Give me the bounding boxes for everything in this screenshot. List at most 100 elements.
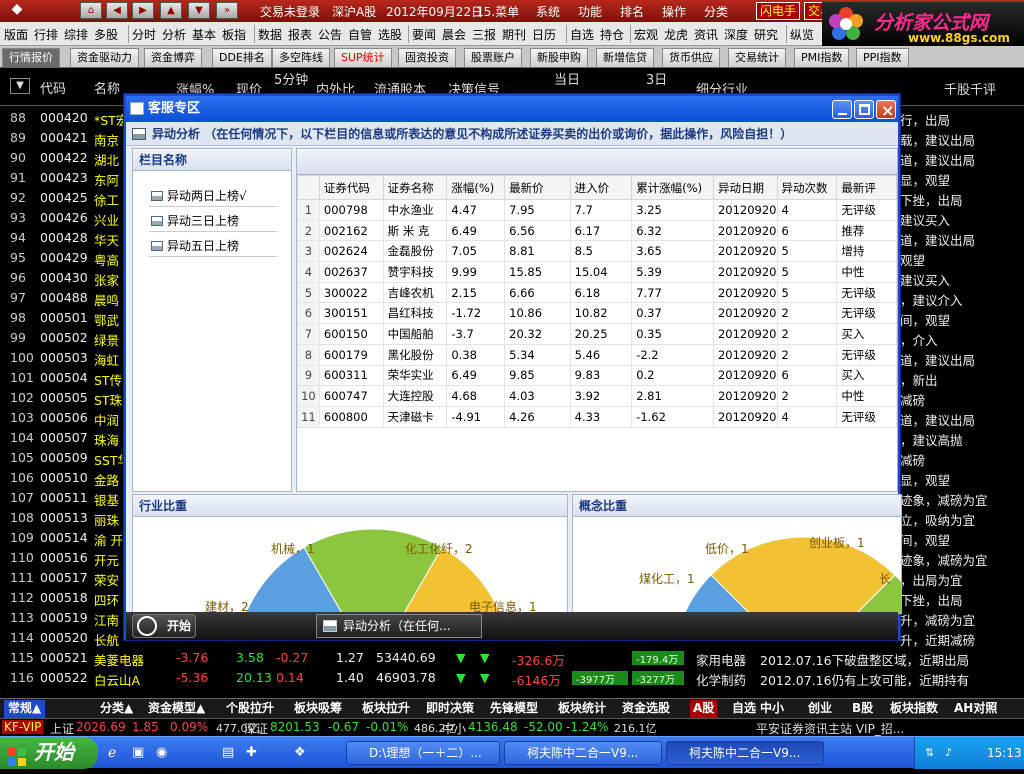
grid-row[interactable]: 8 600179 黑化股份 0.38 5.34 5.46 -2.2 20120920 2 无评级	[297, 343, 897, 366]
tab-7[interactable]: 股票账户	[464, 48, 522, 67]
grid-header-7[interactable]: 异动次数	[776, 175, 838, 200]
desktop-icon[interactable]: ▣	[132, 745, 144, 760]
category-menu[interactable]: 分类	[704, 3, 728, 20]
maximize-button[interactable]	[854, 100, 874, 119]
tab-4[interactable]: 多空阵线	[272, 48, 330, 67]
category-tab-6[interactable]: 即时决策	[426, 700, 474, 718]
dialog-titlebar[interactable]: 客服专区 ×	[126, 96, 898, 122]
category-tab-2[interactable]: 资金模型▲	[148, 700, 205, 718]
list-item-three-day[interactable]: 异动三日上榜	[149, 210, 277, 232]
home-icon[interactable]: ⌂	[80, 2, 102, 19]
collapse-icon[interactable]: »	[216, 2, 238, 19]
taskbar-item-browser-2[interactable]: 柯夫陈中二合一V9...	[666, 741, 824, 765]
menu-item-2-4[interactable]: 选股	[378, 26, 402, 43]
menu-item-0-3[interactable]: 多股	[94, 26, 118, 43]
menu-item-3-4[interactable]: 日历	[532, 26, 556, 43]
tab-3[interactable]: DDE排名	[212, 48, 272, 67]
category-tab-14[interactable]: B股	[852, 700, 873, 718]
menu-item-4-0[interactable]: 自选	[570, 26, 594, 43]
list-item-two-day[interactable]: 异动两日上榜√	[149, 185, 277, 207]
category-tab-16[interactable]: AH对照	[954, 700, 997, 718]
category-tab-4[interactable]: 板块吸筹	[294, 700, 342, 718]
tab-10[interactable]: 货币供应	[662, 48, 720, 67]
taskbar-item-browser-1[interactable]: 柯夫陈中二合一V9...	[504, 741, 662, 765]
dialog-start-button[interactable]: 开始	[132, 614, 196, 638]
media-icon[interactable]: ◉	[156, 745, 167, 760]
market-selector[interactable]: 深沪A股	[332, 3, 376, 20]
flash-trade-button[interactable]: 闪电手	[756, 2, 801, 20]
taskbar-item-folder[interactable]: D:\理想（一＋二）...	[346, 741, 500, 765]
up-icon[interactable]: ▲	[160, 2, 182, 19]
menu-item-3-1[interactable]: 晨会	[442, 26, 466, 43]
grid-header-5[interactable]: 累计涨幅(%)	[631, 175, 714, 200]
menu-item-0-2[interactable]: 综排	[64, 26, 88, 43]
start-button[interactable]: 开始	[0, 737, 98, 769]
category-tab-11[interactable]: 自选	[732, 700, 756, 718]
grid-row[interactable]: 11 600800 天津磁卡 -4.91 4.26 4.33 -1.62 20120920 4 无…	[297, 405, 897, 428]
category-tab-1[interactable]: 分类▲	[100, 700, 133, 718]
grid-header-4[interactable]: 进入价	[569, 175, 633, 200]
menu-item-2-1[interactable]: 报表	[288, 26, 312, 43]
down-icon[interactable]: ▼	[188, 2, 210, 19]
menu-item-3-3[interactable]: 期刊	[502, 26, 526, 43]
info-ticker[interactable]: 平安证券资讯主站 VIP_招...	[756, 720, 904, 737]
category-tab-12[interactable]: 中小	[760, 700, 784, 718]
tab-8[interactable]: 新股申购	[530, 48, 588, 67]
category-tab-8[interactable]: 板块统计	[558, 700, 606, 718]
rank-menu[interactable]: 排名	[620, 3, 644, 20]
col-5min[interactable]: 5分钟	[274, 69, 308, 88]
close-button[interactable]: ×	[876, 100, 896, 120]
operate-menu[interactable]: 操作	[662, 3, 686, 20]
login-status[interactable]: 交易未登录	[260, 3, 320, 20]
grid-row[interactable]: 1 000798 中水渔业 4.47 7.95 7.7 3.25 20120920 4 无评级	[297, 199, 897, 221]
menu-item-3-0[interactable]: 要闻	[412, 26, 436, 43]
dialog-task-item[interactable]: 异动分析（在任何...	[316, 614, 482, 638]
category-tab-7[interactable]: 先锋模型	[490, 700, 538, 718]
grid-header-0[interactable]: 证券代码	[318, 175, 384, 200]
menu-item-2-0[interactable]: 数据	[258, 26, 282, 43]
category-tab-10[interactable]: A股	[690, 700, 718, 718]
app-icon-2[interactable]: ✚	[246, 745, 257, 760]
grid-row[interactable]: 10 600747 大连控股 4.68 4.03 3.92 2.81 20120920 2 中性	[297, 385, 897, 407]
tab-5[interactable]: SUP统计	[334, 48, 392, 67]
forward-icon[interactable]: ▶	[132, 2, 154, 19]
menu-item-1-0[interactable]: 分时	[132, 26, 156, 43]
list-item-five-day[interactable]: 异动五日上榜	[149, 235, 277, 257]
category-tab-15[interactable]: 板块指数	[890, 700, 938, 718]
menu-item-0-0[interactable]: 版面	[4, 26, 28, 43]
menu-item-1-3[interactable]: 板指	[222, 26, 246, 43]
category-tab-3[interactable]: 个股拉升	[226, 700, 274, 718]
menu-item-2-3[interactable]: 自管	[348, 26, 372, 43]
tab-13[interactable]: PPI指数	[856, 48, 909, 67]
tab-12[interactable]: PMI指数	[794, 48, 850, 67]
category-tab-13[interactable]: 创业	[808, 700, 832, 718]
table-row[interactable]: 116 000522 白云山A -5.36 20.13 0.14 1.40 46903.78 ▼…	[0, 668, 1024, 688]
menu-item-5-0[interactable]: 宏观	[634, 26, 658, 43]
menu-item-5-3[interactable]: 深度	[724, 26, 748, 43]
col-comment[interactable]: 千股千评	[944, 79, 996, 98]
menu-item-3-2[interactable]: 三报	[472, 26, 496, 43]
grid-row[interactable]: 6 300151 昌红科技 -1.72 10.86 10.82 0.37 20120920 2 无…	[297, 302, 897, 325]
menu-item-6-0[interactable]: 纵览	[790, 26, 814, 43]
menu-item-5-4[interactable]: 研究	[754, 26, 778, 43]
tab-1[interactable]: 资金驱动力	[70, 48, 139, 67]
ie-icon[interactable]: ℯ	[108, 745, 116, 761]
menu-button[interactable]: 15.菜单	[476, 3, 519, 20]
menu-item-1-2[interactable]: 基本	[192, 26, 216, 43]
app-icon-3[interactable]: ❖	[294, 745, 306, 760]
diamond-icon[interactable]: ◆	[4, 2, 30, 19]
grid-header-2[interactable]: 涨幅(%)	[446, 175, 506, 200]
grid-header-6[interactable]: 异动日期	[712, 175, 778, 200]
back-icon[interactable]: ◀	[106, 2, 128, 19]
system-menu[interactable]: 系统	[536, 3, 560, 20]
table-row[interactable]: 115 000521 美菱电器 -3.76 3.58 -0.27 1.27 53440.69 ▼…	[0, 648, 1024, 668]
grid-row[interactable]: 7 600150 中国船舶 -3.7 20.32 20.25 0.35 20120920 2 买入	[297, 323, 897, 345]
clock[interactable]: 15:13	[987, 746, 1022, 760]
grid-row[interactable]: 3 002624 金磊股份 7.05 8.81 8.5 3.65 20120920 5 增持	[297, 240, 897, 263]
category-tab-0[interactable]: 常规▲	[4, 700, 46, 718]
menu-item-5-1[interactable]: 龙虎	[664, 26, 688, 43]
function-menu[interactable]: 功能	[578, 3, 602, 20]
grid-header-1[interactable]: 证券名称	[382, 175, 448, 200]
menu-item-1-1[interactable]: 分析	[162, 26, 186, 43]
menu-item-5-2[interactable]: 资讯	[694, 26, 718, 43]
